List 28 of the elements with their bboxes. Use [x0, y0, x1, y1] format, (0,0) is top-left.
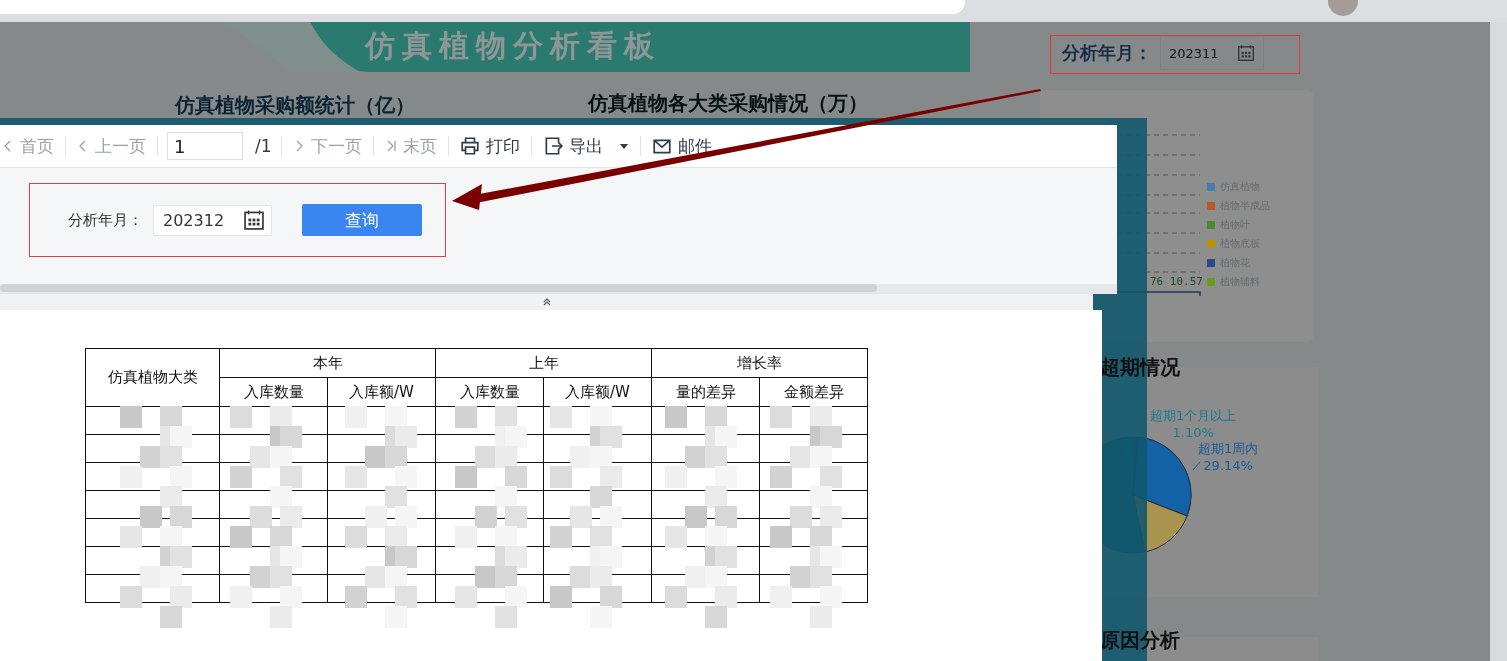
date-field[interactable]: 202311: [1160, 36, 1264, 70]
printer-icon: [459, 136, 480, 156]
dashboard-title: 仿真植物分析看板: [365, 27, 661, 65]
query-button[interactable]: 查询: [302, 204, 422, 236]
address-bar[interactable]: [0, 0, 965, 14]
scrollbar-thumb[interactable]: [0, 284, 877, 292]
chart-value-label: 76 10.57: [1150, 275, 1203, 288]
table-header: 上年: [435, 348, 652, 378]
caret-icon: [618, 141, 629, 151]
calendar-icon: [1237, 44, 1255, 62]
scrollbar[interactable]: [1490, 22, 1507, 661]
pie-label: 超期1周内: [1198, 440, 1259, 457]
pie-percent: 1.10%: [1172, 424, 1214, 441]
section-title: 仿真植物采购额统计（亿）: [175, 92, 415, 119]
collapse-icon[interactable]: [541, 297, 552, 307]
table-header: 本年: [219, 348, 436, 378]
filter-label: 分析年月：: [1062, 41, 1152, 65]
date-field[interactable]: 202312: [153, 204, 272, 236]
page-number-field[interactable]: 1: [167, 132, 243, 160]
pie-label: 超期1个月以上: [1150, 407, 1237, 424]
page-total: /1: [255, 136, 272, 156]
param-label: 分析年月：: [68, 210, 143, 230]
table-header: 增长率: [651, 348, 868, 378]
toolbar-button[interactable]: 导出: [540, 134, 631, 158]
section-title: 仿真植物各大类采购情况（万）: [588, 90, 868, 117]
toolbar-button[interactable]: 打印: [457, 134, 522, 158]
pie-percent: 29.14%: [1203, 457, 1253, 474]
calendar-icon: [243, 209, 265, 231]
